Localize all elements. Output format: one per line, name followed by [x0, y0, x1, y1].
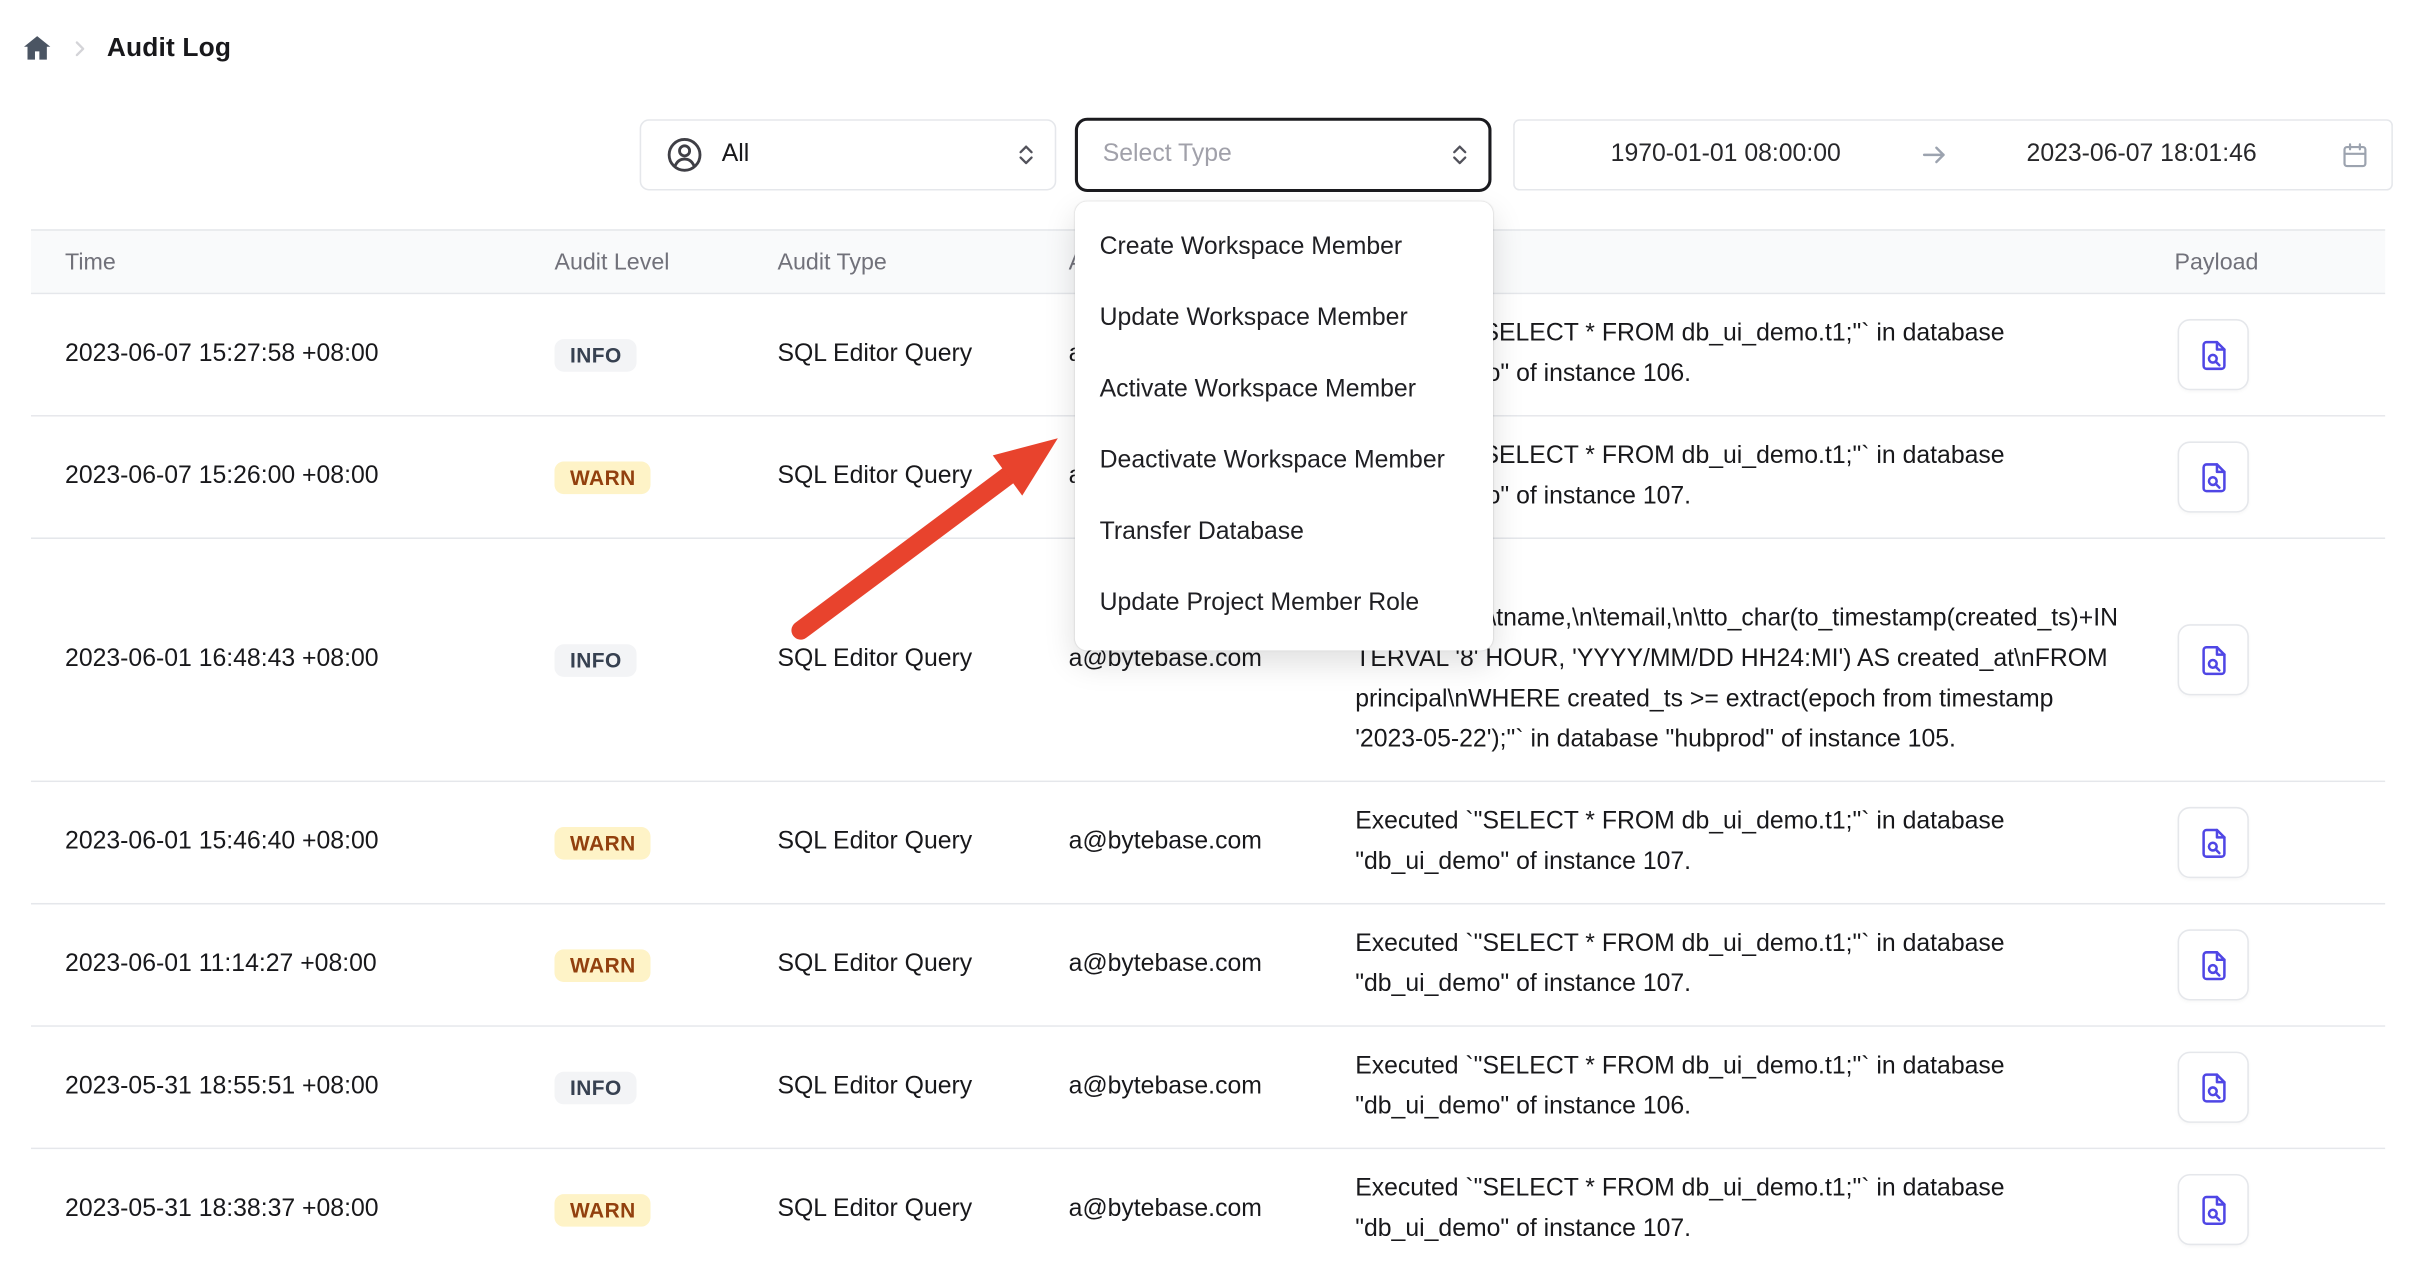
column-header: Time	[31, 249, 554, 275]
cell-comment: Executed `"SELECT * FROM db_ui_demo.t1;"…	[1355, 1027, 2159, 1148]
cell-audit-type: SQL Editor Query	[777, 646, 1068, 674]
payload-button[interactable]	[2178, 624, 2249, 695]
breadcrumb: Audit Log	[22, 28, 231, 68]
cell-time: 2023-05-31 18:55:51 +08:00	[31, 1073, 554, 1101]
payload-button[interactable]	[2178, 929, 2249, 1000]
payload-button[interactable]	[2178, 1052, 2249, 1123]
audit-level-badge: INFO	[554, 1071, 637, 1104]
dropdown-item-label: Update Workspace Member	[1100, 305, 1408, 333]
cell-time: 2023-06-01 16:48:43 +08:00	[31, 646, 554, 674]
file-search-icon	[2195, 947, 2231, 983]
cell-audit-type: SQL Editor Query	[777, 829, 1068, 857]
cell-actor: a@bytebase.com	[1069, 951, 1356, 979]
table-row: 2023-05-31 18:38:37 +08:00 WARN SQL Edit…	[31, 1149, 2385, 1268]
cell-payload	[2159, 441, 2385, 512]
dropdown-item[interactable]: Create Workspace Member	[1075, 212, 1493, 283]
home-icon[interactable]	[22, 33, 53, 64]
cell-audit-type: SQL Editor Query	[777, 1196, 1068, 1224]
cell-payload	[2159, 1052, 2385, 1123]
dropdown-item[interactable]: Update Workspace Member	[1075, 283, 1493, 354]
dropdown-item-label: Deactivate Workspace Member	[1100, 448, 1445, 476]
cell-comment: Executed `"SELECT * FROM db_ui_demo.t1;"…	[1355, 782, 2159, 903]
audit-level-badge: WARN	[554, 461, 651, 494]
payload-button[interactable]	[2178, 441, 2249, 512]
dropdown-item[interactable]: Update Project Member Role	[1075, 568, 1493, 639]
chevron-up-down-icon	[1013, 142, 1039, 168]
cell-payload	[2159, 319, 2385, 390]
audit-level-badge: WARN	[554, 949, 651, 982]
cell-level: WARN	[554, 461, 777, 494]
cell-level: INFO	[554, 1071, 777, 1104]
date-range-end: 2023-06-07 18:01:46	[1952, 141, 2331, 169]
cell-actor: a@bytebase.com	[1069, 1073, 1356, 1101]
cell-payload	[2159, 807, 2385, 878]
cell-payload	[2159, 929, 2385, 1000]
cell-actor: a@bytebase.com	[1069, 829, 1356, 857]
type-dropdown-menu: Create Workspace Member Update Workspace…	[1075, 201, 1493, 650]
cell-comment: Executed `"SELECT * FROM db_ui_demo.t1;"…	[1355, 904, 2159, 1025]
audit-level-badge: INFO	[554, 644, 637, 677]
dropdown-item[interactable]: Activate Workspace Member	[1075, 355, 1493, 426]
cell-time: 2023-05-31 18:38:37 +08:00	[31, 1196, 554, 1224]
dropdown-item-label: Create Workspace Member	[1100, 234, 1403, 262]
cell-actor: a@bytebase.com	[1069, 1196, 1356, 1224]
file-search-icon	[2195, 642, 2231, 678]
actor-filter-select[interactable]: All	[640, 119, 1057, 190]
chevron-up-down-icon	[1447, 142, 1473, 168]
table-row: 2023-06-01 15:46:40 +08:00 WARN SQL Edit…	[31, 782, 2385, 904]
cell-audit-type: SQL Editor Query	[777, 1073, 1068, 1101]
dropdown-item-label: Activate Workspace Member	[1100, 376, 1416, 404]
cell-level: WARN	[554, 1193, 777, 1226]
cell-level: INFO	[554, 338, 777, 371]
file-search-icon	[2195, 1192, 2231, 1228]
file-search-icon	[2195, 337, 2231, 373]
table-row: 2023-05-31 18:55:51 +08:00 INFO SQL Edit…	[31, 1027, 2385, 1149]
cell-time: 2023-06-07 15:27:58 +08:00	[31, 341, 554, 369]
cell-time: 2023-06-07 15:26:00 +08:00	[31, 463, 554, 491]
dropdown-item[interactable]: Deactivate Workspace Member	[1075, 426, 1493, 497]
cell-comment: Executed `"SELECT * FROM db_ui_demo.t1;"…	[1355, 1149, 2159, 1268]
cell-audit-type: SQL Editor Query	[777, 951, 1068, 979]
payload-button[interactable]	[2178, 1174, 2249, 1245]
column-header: Audit Level	[554, 249, 777, 275]
cell-level: INFO	[554, 644, 777, 677]
audit-log-page: Audit Log All Select Type 1970-01	[0, 0, 2410, 1268]
page-title: Audit Log	[107, 33, 231, 64]
arrow-right-icon	[1915, 139, 1952, 170]
table-row: 2023-06-01 11:14:27 +08:00 WARN SQL Edit…	[31, 904, 2385, 1026]
cell-level: WARN	[554, 949, 777, 982]
audit-type-filter-select[interactable]: Select Type	[1075, 118, 1492, 192]
file-search-icon	[2195, 1069, 2231, 1105]
column-header: Payload	[2159, 249, 2385, 275]
cell-time: 2023-06-01 15:46:40 +08:00	[31, 829, 554, 857]
cell-audit-type: SQL Editor Query	[777, 341, 1068, 369]
payload-button[interactable]	[2178, 807, 2249, 878]
dropdown-item-label: Transfer Database	[1100, 519, 1304, 547]
cell-level: WARN	[554, 826, 777, 859]
payload-button[interactable]	[2178, 319, 2249, 390]
dropdown-item[interactable]: Transfer Database	[1075, 497, 1493, 568]
file-search-icon	[2195, 459, 2231, 495]
audit-level-badge: INFO	[554, 338, 637, 371]
calendar-icon	[2340, 140, 2369, 169]
cell-payload	[2159, 1174, 2385, 1245]
cell-audit-type: SQL Editor Query	[777, 463, 1068, 491]
cell-payload	[2159, 624, 2385, 695]
date-range-start: 1970-01-01 08:00:00	[1536, 141, 1915, 169]
audit-type-placeholder: Select Type	[1103, 141, 1232, 169]
audit-level-badge: WARN	[554, 826, 651, 859]
actor-filter-value: All	[722, 141, 750, 169]
cell-time: 2023-06-01 11:14:27 +08:00	[31, 951, 554, 979]
column-header: Audit Type	[777, 249, 1068, 275]
date-range-picker[interactable]: 1970-01-01 08:00:00 2023-06-07 18:01:46	[1513, 119, 2393, 190]
audit-level-badge: WARN	[554, 1193, 651, 1226]
person-circle-icon	[664, 135, 704, 175]
file-search-icon	[2195, 825, 2231, 861]
dropdown-item-label: Update Project Member Role	[1100, 590, 1420, 618]
chevron-right-icon	[68, 36, 91, 59]
